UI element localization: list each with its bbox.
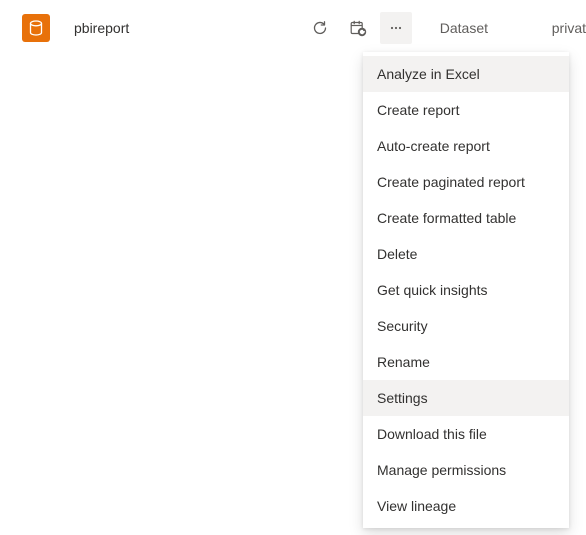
row-actions (304, 12, 412, 44)
menu-rename[interactable]: Rename (363, 344, 569, 380)
dataset-icon (22, 14, 50, 42)
refresh-icon (312, 20, 328, 36)
menu-settings[interactable]: Settings (363, 380, 569, 416)
more-options-button[interactable] (380, 12, 412, 44)
menu-create-paginated-report[interactable]: Create paginated report (363, 164, 569, 200)
more-icon (388, 20, 404, 36)
item-owner-label: privat (532, 20, 586, 36)
menu-get-quick-insights[interactable]: Get quick insights (363, 272, 569, 308)
item-type-label: Dataset (412, 20, 532, 36)
menu-view-lineage[interactable]: View lineage (363, 488, 569, 524)
more-options-menu: Analyze in Excel Create report Auto-crea… (363, 52, 569, 528)
dataset-row: pbireport (0, 0, 586, 56)
menu-auto-create-report[interactable]: Auto-create report (363, 128, 569, 164)
menu-create-formatted-table[interactable]: Create formatted table (363, 200, 569, 236)
schedule-refresh-button[interactable] (342, 12, 374, 44)
schedule-refresh-icon (349, 19, 367, 37)
menu-download-this-file[interactable]: Download this file (363, 416, 569, 452)
menu-create-report[interactable]: Create report (363, 92, 569, 128)
menu-manage-permissions[interactable]: Manage permissions (363, 452, 569, 488)
menu-analyze-in-excel[interactable]: Analyze in Excel (363, 56, 569, 92)
item-name-link[interactable]: pbireport (74, 20, 296, 36)
refresh-button[interactable] (304, 12, 336, 44)
menu-security[interactable]: Security (363, 308, 569, 344)
menu-delete[interactable]: Delete (363, 236, 569, 272)
